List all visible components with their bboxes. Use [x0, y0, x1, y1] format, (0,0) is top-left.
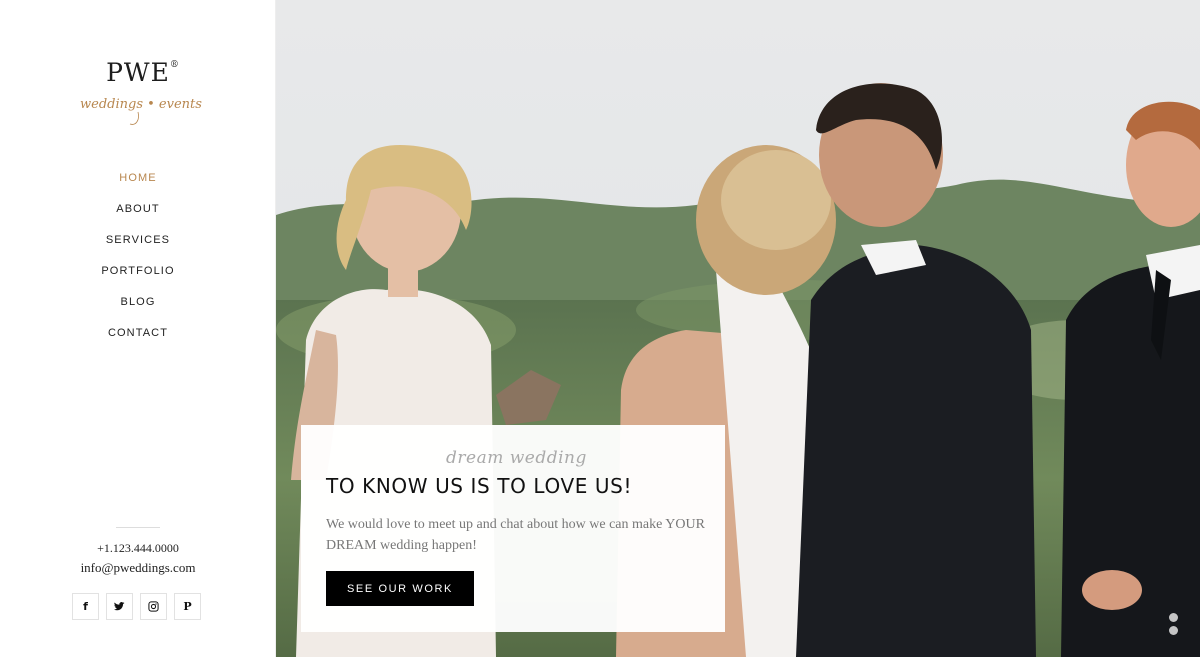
instagram-icon[interactable]: [140, 593, 167, 620]
card-title: TO KNOW US IS TO LOVE US!: [326, 474, 633, 498]
main-nav: HOME ABOUT SERVICES PORTFOLIO BLOG CONTA…: [0, 170, 276, 356]
slider-dot[interactable]: [1169, 626, 1178, 635]
social-links: f P: [72, 593, 201, 620]
twitter-icon[interactable]: [106, 593, 133, 620]
card-script-heading: dream wedding: [446, 448, 587, 468]
contact-divider: [116, 527, 160, 528]
svg-text:weddings • events: weddings • events: [80, 97, 202, 112]
email-address[interactable]: info@pweddings.com: [0, 558, 276, 577]
see-our-work-button[interactable]: SEE OUR WORK: [326, 571, 474, 606]
nav-item-contact[interactable]: CONTACT: [0, 325, 276, 356]
hero-card: dream wedding TO KNOW US IS TO LOVE US! …: [301, 425, 725, 632]
sidebar: PWE ® weddings • events HOME ABOUT SERVIC…: [0, 0, 276, 657]
logo-tagline: weddings • events: [78, 88, 210, 128]
pinterest-icon[interactable]: P: [174, 593, 201, 620]
nav-item-about[interactable]: ABOUT: [0, 201, 276, 232]
card-description: We would love to meet up and chat about …: [326, 517, 705, 553]
registered-mark: ®: [169, 60, 180, 70]
phone-number[interactable]: +1.123.444.0000: [0, 539, 276, 558]
logo-wordmark: PWE ®: [106, 58, 180, 87]
facebook-icon[interactable]: f: [72, 593, 99, 620]
nav-item-blog[interactable]: BLOG: [0, 294, 276, 325]
slider-dots: [1169, 613, 1178, 639]
nav-item-services[interactable]: SERVICES: [0, 232, 276, 263]
contact-info: +1.123.444.0000 info@pweddings.com: [0, 539, 276, 577]
nav-item-portfolio[interactable]: PORTFOLIO: [0, 263, 276, 294]
logo[interactable]: PWE ®: [0, 58, 276, 87]
slider-dot[interactable]: [1169, 613, 1178, 622]
nav-item-home[interactable]: HOME: [0, 170, 276, 201]
